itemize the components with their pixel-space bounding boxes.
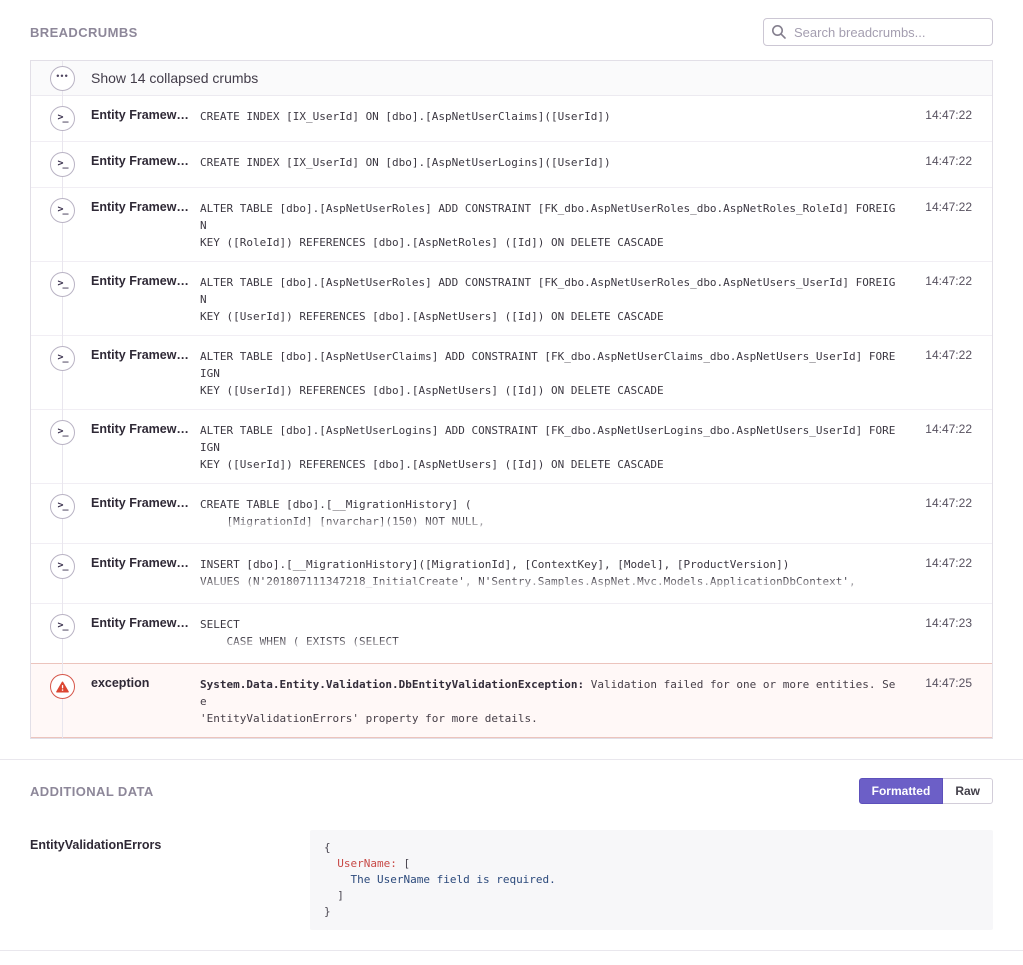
breadcrumb-category: Entity Framew… <box>91 106 192 122</box>
breadcrumb-message: CREATE INDEX [IX_UserId] ON [dbo].[AspNe… <box>200 106 900 125</box>
breadcrumb-icon-column: >_ <box>50 106 91 131</box>
breadcrumb-message: ALTER TABLE [dbo].[AspNetUserRoles] ADD … <box>200 198 900 251</box>
breadcrumb-category: Entity Framew… <box>91 346 192 362</box>
breadcrumb-timestamp: 14:47:23 <box>910 614 972 630</box>
additional-data-title: ADDITIONAL DATA <box>30 784 154 799</box>
breadcrumb-message: ALTER TABLE [dbo].[AspNetUserClaims] ADD… <box>200 346 900 399</box>
terminal-icon: >_ <box>50 420 75 445</box>
show-collapsed-crumbs-button[interactable]: ••• Show 14 collapsed crumbs <box>31 61 992 96</box>
breadcrumb-message-text: SELECT CASE WHEN ( EXISTS (SELECT 1 AS [… <box>200 618 399 653</box>
breadcrumb-row[interactable]: >_ Entity Framew… ALTER TABLE [dbo].[Asp… <box>31 410 992 484</box>
section-divider <box>0 759 1023 760</box>
breadcrumb-row[interactable]: >_ Entity Framew… CREATE INDEX [IX_UserI… <box>31 96 992 142</box>
breadcrumb-icon-column: >_ <box>50 554 91 579</box>
breadcrumb-icon-column: >_ <box>50 420 91 445</box>
breadcrumb-row[interactable]: >_ Entity Framew… CREATE TABLE [dbo].[__… <box>31 484 992 544</box>
terminal-icon: >_ <box>50 198 75 223</box>
breadcrumb-category: Entity Framew… <box>91 420 192 436</box>
breadcrumb-row[interactable]: >_ Entity Framew… CREATE INDEX [IX_UserI… <box>31 142 992 188</box>
entry-value-json: { UserName: [ The UserName field is requ… <box>310 830 993 930</box>
raw-button[interactable]: Raw <box>943 778 993 804</box>
exception-warning-icon <box>50 674 75 699</box>
breadcrumb-category: Entity Framew… <box>91 554 192 570</box>
json-key: UserName: <box>337 857 397 870</box>
json-brace-open: { <box>324 841 331 854</box>
terminal-icon: >_ <box>50 346 75 371</box>
breadcrumb-row[interactable]: >_ Entity Framew… INSERT [dbo].[__Migrat… <box>31 544 992 604</box>
breadcrumb-message: CREATE INDEX [IX_UserId] ON [dbo].[AspNe… <box>200 152 900 171</box>
breadcrumb-row[interactable]: >_ Entity Framew… SELECT CASE WHEN ( EXI… <box>31 604 992 664</box>
breadcrumb-icon-column: >_ <box>50 494 91 519</box>
additional-data-section: ADDITIONAL DATA Formatted Raw EntityVali… <box>0 778 1023 930</box>
breadcrumbs-header: BREADCRUMBS <box>30 18 993 46</box>
json-brace-close: } <box>324 905 331 918</box>
breadcrumb-timestamp: 14:47:22 <box>910 152 972 168</box>
breadcrumb-category: exception <box>91 674 192 690</box>
show-collapsed-crumbs-label: Show 14 collapsed crumbs <box>91 70 258 86</box>
additional-data-entry: EntityValidationErrors { UserName: [ The… <box>30 830 993 930</box>
terminal-icon: >_ <box>50 554 75 579</box>
breadcrumb-row[interactable]: >_ exception System.Data.Entity.Validati… <box>31 663 992 738</box>
breadcrumb-icon-column: >_ <box>50 614 91 639</box>
breadcrumb-timestamp: 14:47:22 <box>910 420 972 436</box>
breadcrumb-row[interactable]: >_ Entity Framew… ALTER TABLE [dbo].[Asp… <box>31 188 992 262</box>
breadcrumb-message: INSERT [dbo].[__MigrationHistory]([Migra… <box>200 554 900 593</box>
ellipsis-dots: ••• <box>56 72 68 84</box>
breadcrumb-icon-column: >_ <box>50 272 91 297</box>
data-view-toggle: Formatted Raw <box>859 778 993 804</box>
breadcrumbs-title: BREADCRUMBS <box>30 25 138 40</box>
breadcrumb-message: CREATE TABLE [dbo].[__MigrationHistory] … <box>200 494 900 533</box>
breadcrumb-timestamp: 14:47:25 <box>910 674 972 690</box>
breadcrumb-category: Entity Framew… <box>91 614 192 630</box>
breadcrumb-timestamp: 14:47:22 <box>910 346 972 362</box>
breadcrumb-timestamp: 14:47:22 <box>910 272 972 288</box>
breadcrumb-timestamp: 14:47:22 <box>910 106 972 122</box>
breadcrumb-row[interactable]: >_ Entity Framew… ALTER TABLE [dbo].[Asp… <box>31 262 992 336</box>
breadcrumb-message: ALTER TABLE [dbo].[AspNetUserLogins] ADD… <box>200 420 900 473</box>
breadcrumb-message-text: ALTER TABLE [dbo].[AspNetUserLogins] ADD… <box>200 424 895 471</box>
search-icon <box>771 24 787 40</box>
ellipsis-icon: ••• <box>50 66 75 91</box>
terminal-icon: >_ <box>50 106 75 131</box>
breadcrumb-timestamp: 14:47:22 <box>910 198 972 214</box>
breadcrumbs-section: BREADCRUMBS ••• Show 14 collapsed crumbs… <box>0 18 1023 739</box>
formatted-button[interactable]: Formatted <box>859 778 944 804</box>
breadcrumb-message-text: ALTER TABLE [dbo].[AspNetUserRoles] ADD … <box>200 276 895 323</box>
breadcrumb-category: Entity Framew… <box>91 494 192 510</box>
breadcrumb-message-bold: System.Data.Entity.Validation.DbEntityVa… <box>200 678 584 691</box>
breadcrumb-category: Entity Framew… <box>91 152 192 168</box>
breadcrumb-category: Entity Framew… <box>91 272 192 288</box>
breadcrumb-message-text: ALTER TABLE [dbo].[AspNetUserRoles] ADD … <box>200 202 895 249</box>
breadcrumb-icon-column: >_ <box>50 198 91 223</box>
terminal-icon: >_ <box>50 614 75 639</box>
additional-data-header: ADDITIONAL DATA Formatted Raw <box>30 778 993 804</box>
breadcrumb-icon-column: >_ <box>50 152 91 177</box>
breadcrumb-timestamp: 14:47:22 <box>910 554 972 570</box>
breadcrumb-row[interactable]: >_ Entity Framew… ALTER TABLE [dbo].[Asp… <box>31 336 992 410</box>
breadcrumb-message-text: CREATE TABLE [dbo].[__MigrationHistory] … <box>200 498 485 533</box>
terminal-icon: >_ <box>50 152 75 177</box>
breadcrumb-message: System.Data.Entity.Validation.DbEntityVa… <box>200 674 900 727</box>
entry-key-label: EntityValidationErrors <box>30 830 310 930</box>
breadcrumb-icon-column: >_ <box>50 346 91 371</box>
breadcrumb-message-text: CREATE INDEX [IX_UserId] ON [dbo].[AspNe… <box>200 156 611 169</box>
breadcrumb-message: SELECT CASE WHEN ( EXISTS (SELECT 1 AS [… <box>200 614 900 653</box>
terminal-icon: >_ <box>50 494 75 519</box>
breadcrumb-timestamp: 14:47:22 <box>910 494 972 510</box>
breadcrumb-icon-column: >_ <box>50 674 91 699</box>
breadcrumb-rows: >_ Entity Framew… CREATE INDEX [IX_UserI… <box>31 96 992 738</box>
breadcrumb-message-text: INSERT [dbo].[__MigrationHistory]([Migra… <box>200 558 862 593</box>
json-bracket-open: [ <box>403 857 410 870</box>
breadcrumb-list: ••• Show 14 collapsed crumbs >_ Entity F… <box>30 60 993 739</box>
terminal-icon: >_ <box>50 272 75 297</box>
breadcrumb-category: Entity Framew… <box>91 198 192 214</box>
json-bracket-close: ] <box>337 889 344 902</box>
json-string-value: The UserName field is required. <box>351 873 556 886</box>
breadcrumb-message-text: ALTER TABLE [dbo].[AspNetUserClaims] ADD… <box>200 350 895 397</box>
search-breadcrumbs-input[interactable] <box>763 18 993 46</box>
bottom-gap <box>0 951 1023 965</box>
breadcrumb-message-text: CREATE INDEX [IX_UserId] ON [dbo].[AspNe… <box>200 110 611 123</box>
breadcrumbs-search <box>763 18 993 46</box>
breadcrumb-message: ALTER TABLE [dbo].[AspNetUserRoles] ADD … <box>200 272 900 325</box>
